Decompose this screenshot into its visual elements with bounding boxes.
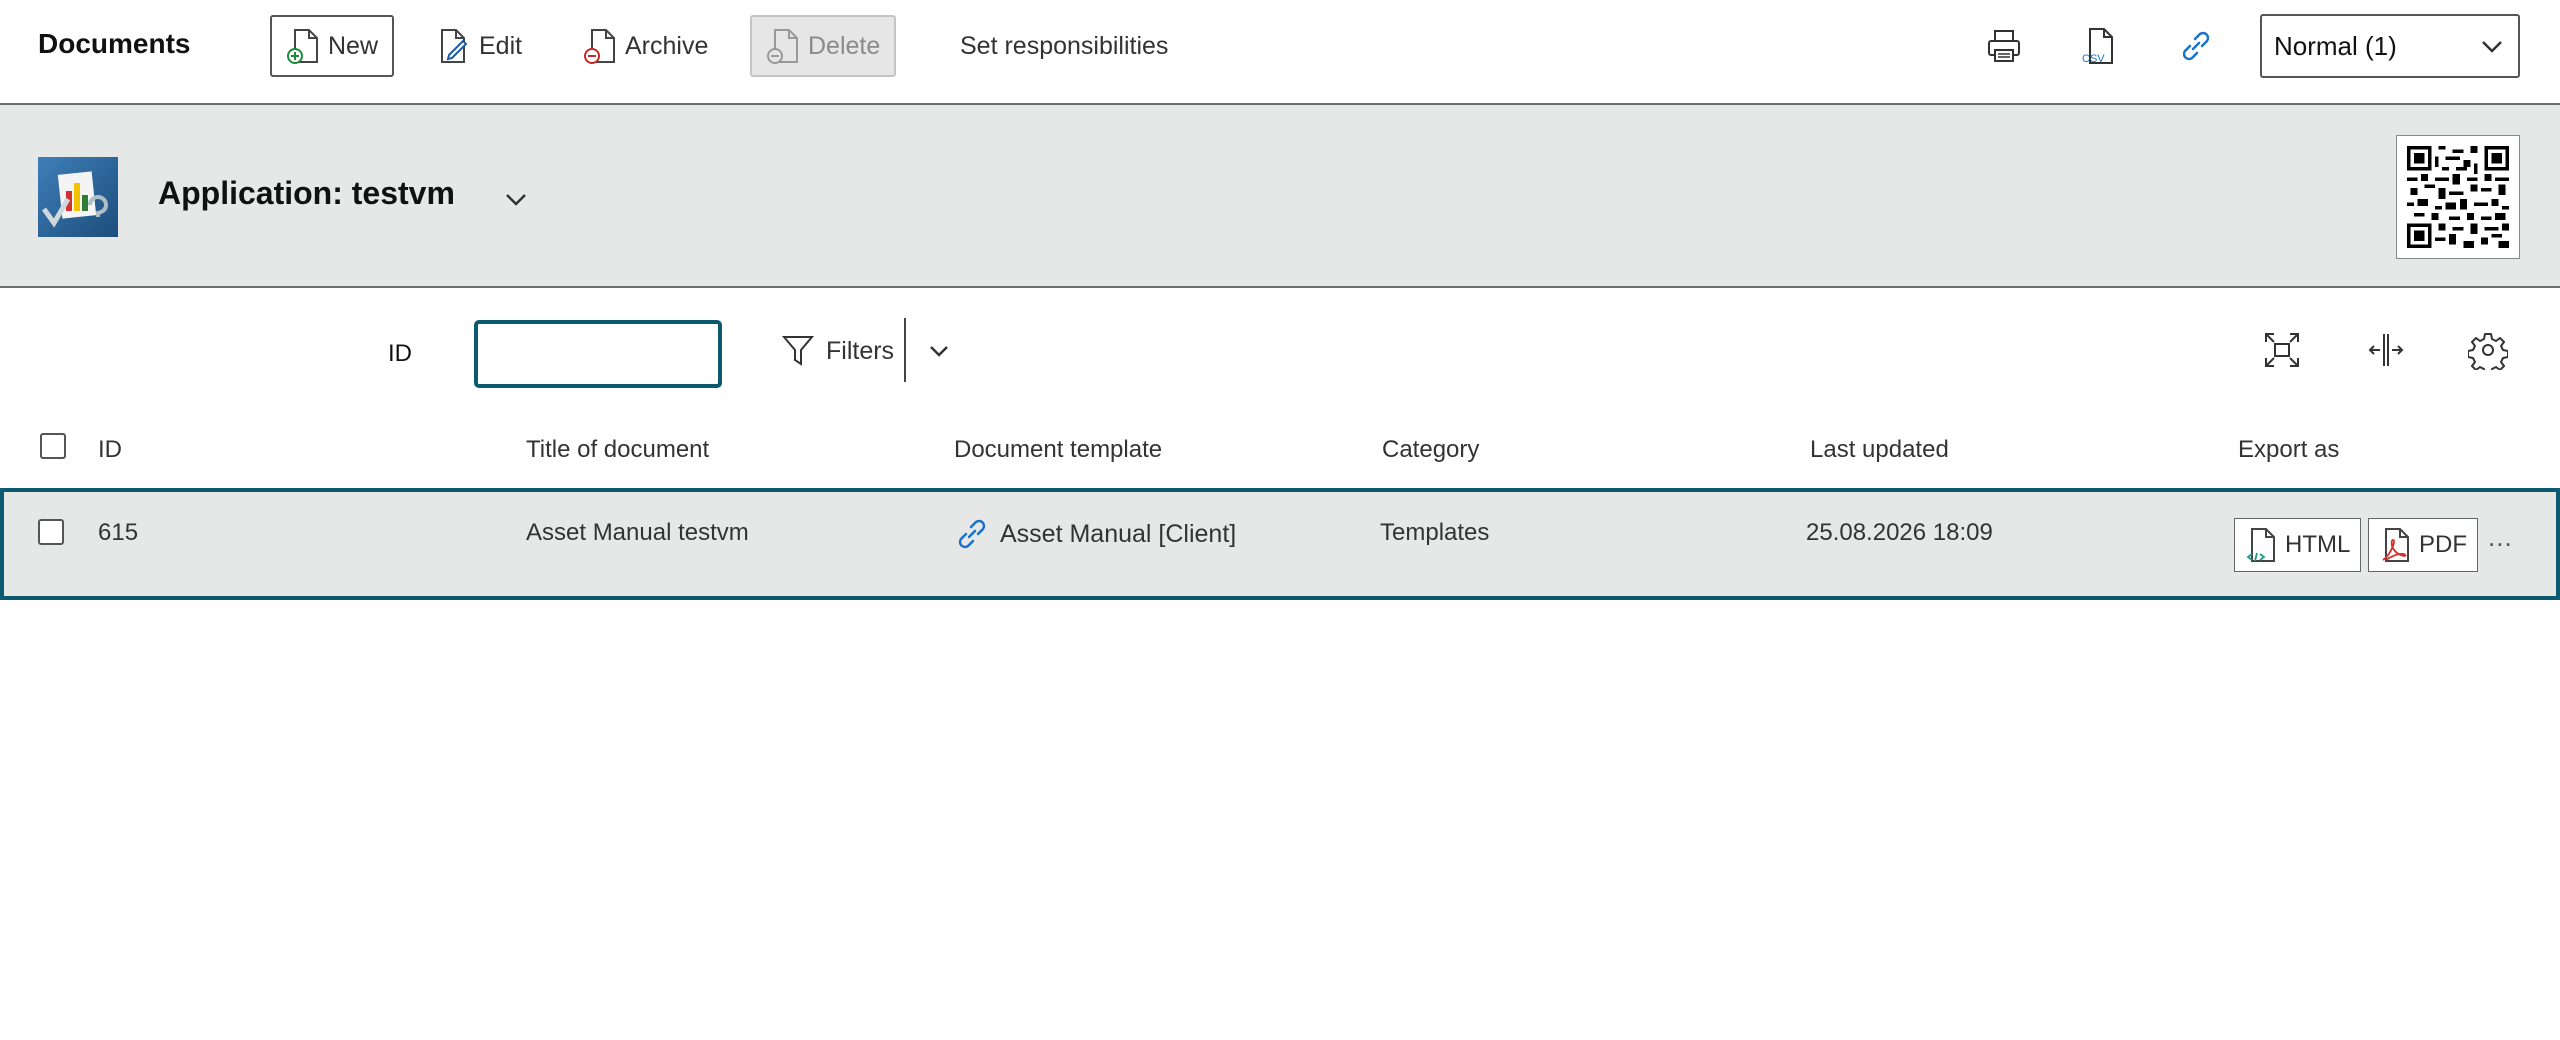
filters-label: Filters <box>826 336 895 365</box>
application-logo-icon <box>38 157 118 237</box>
qr-code-icon <box>2407 146 2509 248</box>
filters-button[interactable]: Filters <box>782 333 894 369</box>
view-mode-value: Normal (1) <box>2274 30 2397 61</box>
export-html-label: HTML <box>2285 531 2351 558</box>
column-header-template[interactable]: Document template <box>954 436 1162 464</box>
filter-funnel-icon <box>782 336 814 366</box>
print-button[interactable] <box>1982 24 2026 68</box>
cell-title: Asset Manual testvm <box>526 519 749 546</box>
export-pdf-label: PDF <box>2419 531 2467 558</box>
delete-button[interactable]: Delete <box>750 15 897 77</box>
settings-button[interactable] <box>2467 330 2509 375</box>
column-header-category[interactable]: Category <box>1382 436 1479 464</box>
filters-control: Filters <box>782 318 948 384</box>
edit-button[interactable]: Edit <box>422 15 537 77</box>
column-header-id[interactable]: ID <box>98 436 122 464</box>
csv-file-icon: CSV <box>2082 28 2113 65</box>
pdf-file-icon <box>2382 528 2409 562</box>
new-button[interactable]: New <box>270 15 395 77</box>
archive-button-label: Archive <box>625 31 709 60</box>
set-responsibilities-label: Set responsibilities <box>960 31 1169 60</box>
new-button-label: New <box>328 31 379 60</box>
more-export-options[interactable]: ... <box>2488 522 2513 553</box>
link-icon <box>2182 31 2210 61</box>
edit-document-icon <box>441 29 468 63</box>
fullscreen-button[interactable] <box>2262 330 2302 370</box>
page-title: Documents <box>38 28 191 59</box>
application-title: Application: testvm <box>158 175 455 211</box>
resize-columns-icon <box>2368 334 2404 366</box>
filters-dropdown-chevron-icon[interactable] <box>924 336 954 366</box>
cell-template-link[interactable]: Asset Manual [Client] <box>954 516 1236 552</box>
new-document-icon <box>287 29 318 64</box>
export-pdf-button[interactable]: PDF <box>2368 518 2478 572</box>
link-icon <box>958 519 986 549</box>
copy-link-button[interactable] <box>2174 24 2218 68</box>
cell-template-label: Asset Manual [Client] <box>1000 519 1237 548</box>
row-checkbox[interactable] <box>38 519 64 545</box>
table-row[interactable]: 615 Asset Manual testvm Asset Manual [Cl… <box>0 488 2560 600</box>
select-all-checkbox[interactable] <box>40 433 66 459</box>
application-header: Application: testvm <box>0 105 2560 288</box>
edit-button-label: Edit <box>479 31 523 60</box>
chevron-down-icon <box>2482 41 2502 53</box>
column-header-last-updated[interactable]: Last updated <box>1810 436 1949 464</box>
delete-document-icon <box>767 29 798 64</box>
set-responsibilities-button[interactable]: Set responsibilities <box>945 15 1183 77</box>
export-html-button[interactable]: HTML <box>2234 518 2362 572</box>
cell-id: 615 <box>98 519 139 546</box>
cell-last-updated: 25.08.2026 18:09 <box>1806 519 1993 546</box>
expand-fullscreen-icon <box>2265 333 2299 367</box>
printer-icon <box>1988 30 2020 62</box>
view-mode-select[interactable]: Normal (1) <box>2260 14 2520 78</box>
id-filter-input[interactable] <box>474 320 722 388</box>
cell-category: Templates <box>1380 519 1490 546</box>
csv-export-button[interactable]: CSV <box>2078 24 2122 68</box>
csv-icon-text: CSV <box>2082 53 2105 65</box>
toolbar: Documents New Edit Archive Delete Set re… <box>0 0 2560 105</box>
html-file-icon <box>2246 528 2275 562</box>
delete-button-label: Delete <box>808 31 881 60</box>
archive-button[interactable]: Archive <box>568 15 723 77</box>
qr-code <box>2396 135 2520 259</box>
id-filter-label: ID <box>388 340 412 367</box>
gear-icon <box>2467 333 2509 375</box>
application-dropdown-chevron-icon[interactable] <box>500 183 532 215</box>
column-header-export: Export as <box>2238 436 2340 463</box>
archive-document-icon <box>584 29 615 64</box>
column-width-button[interactable] <box>2366 330 2406 370</box>
column-header-title[interactable]: Title of document <box>526 436 709 464</box>
filters-divider <box>904 318 906 382</box>
